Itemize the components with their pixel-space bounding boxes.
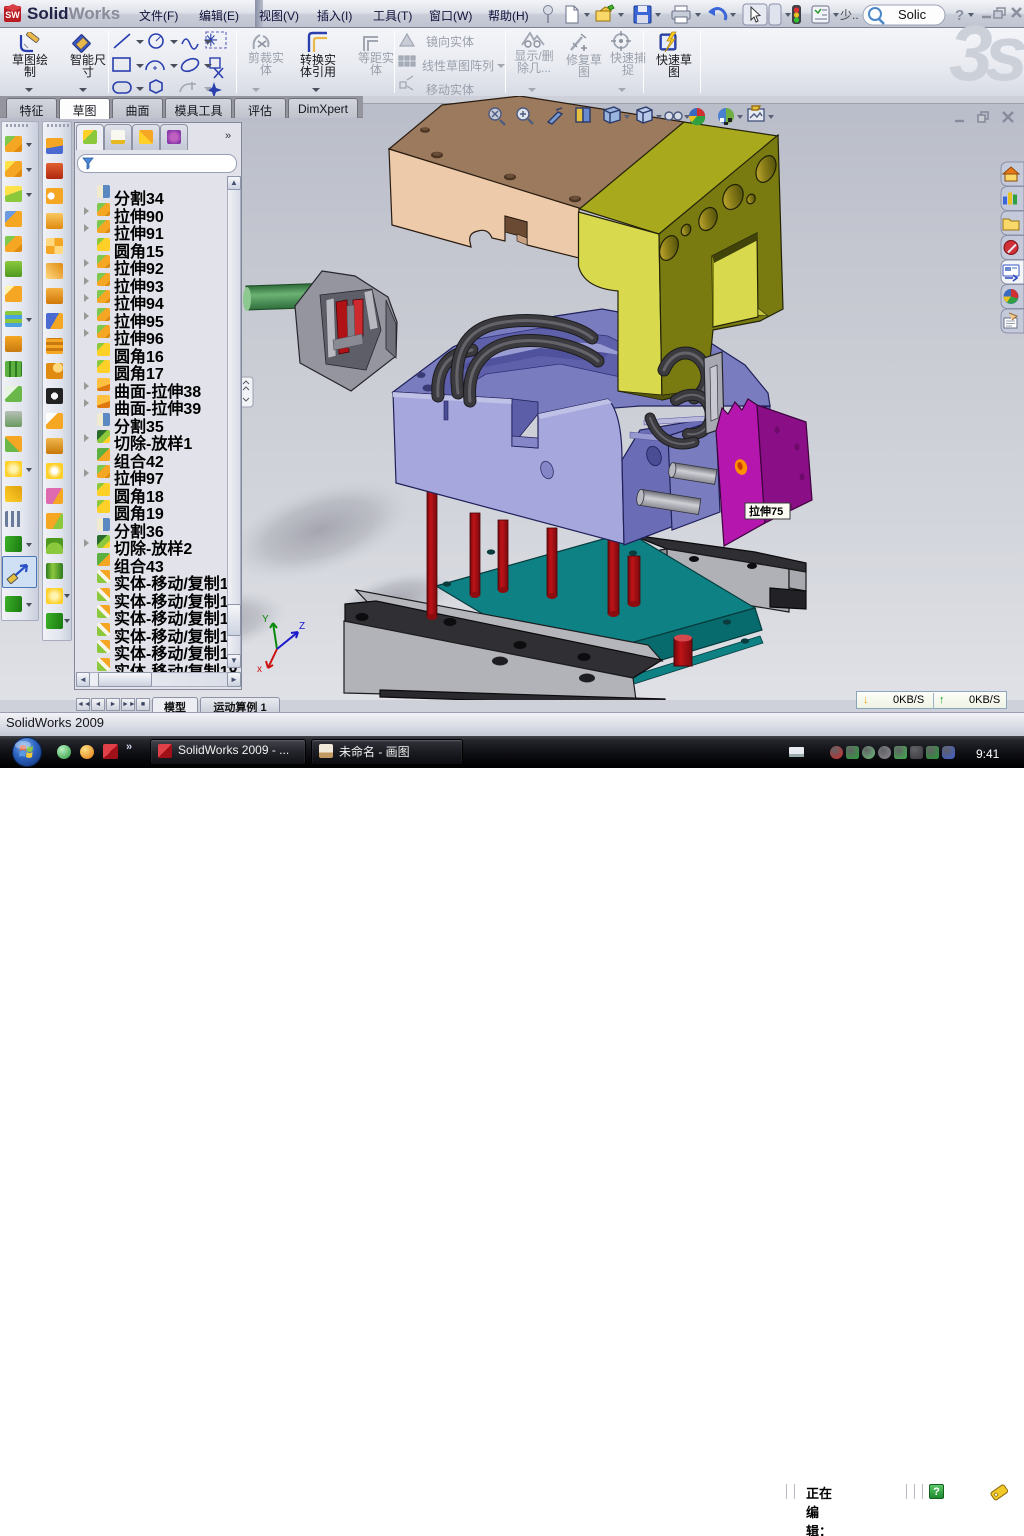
svg-text:x: x: [257, 664, 262, 675]
svg-text:Z: Z: [299, 621, 305, 632]
svg-text:Solic: Solic: [898, 7, 927, 22]
svg-text:SW: SW: [5, 10, 20, 20]
svg-text:Y: Y: [262, 614, 269, 625]
svg-text:拉伸75: 拉伸75: [749, 504, 783, 518]
svg-text:少..: 少..: [840, 8, 859, 22]
